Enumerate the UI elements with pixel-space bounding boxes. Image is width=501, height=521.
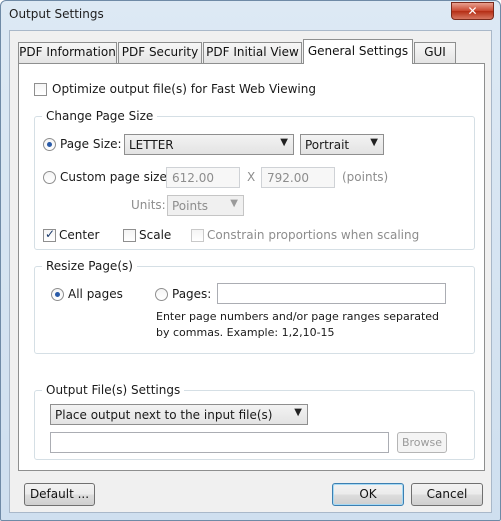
close-icon: ✕	[467, 4, 478, 18]
pages-hint: Enter page numbers and/or page ranges se…	[156, 309, 439, 341]
output-location-dropdown[interactable]: Place output next to the input file(s) ▼	[50, 404, 308, 425]
chevron-down-icon: ▼	[294, 407, 302, 418]
page-size-label: Page Size:	[60, 137, 122, 151]
tab-gui[interactable]: GUI	[414, 42, 456, 63]
chevron-down-icon: ▼	[280, 137, 288, 148]
center-label: Center	[59, 228, 100, 242]
orientation-value: Portrait	[305, 138, 350, 152]
tab-pdf-initial-view[interactable]: PDF Initial View	[203, 42, 302, 63]
custom-page-size-radio[interactable]	[43, 171, 56, 184]
ok-button[interactable]: OK	[332, 483, 404, 506]
output-path-input[interactable]	[50, 432, 389, 453]
pages-hint-line-1: Enter page numbers and/or page ranges se…	[156, 310, 440, 323]
close-button[interactable]: ✕	[451, 2, 494, 20]
custom-height-value: 792.00	[267, 171, 309, 185]
output-location-value: Place output next to the input file(s)	[55, 408, 273, 422]
units-dropdown[interactable]: Points ▼	[167, 195, 244, 216]
page-size-radio[interactable]	[43, 138, 56, 151]
chevron-down-icon: ▼	[230, 198, 238, 209]
page-size-value: LETTER	[129, 138, 174, 152]
dialog-client-area: PDF Information PDF Security PDF Initial…	[9, 30, 492, 513]
scale-checkbox[interactable]	[123, 229, 136, 242]
cancel-button[interactable]: Cancel	[411, 483, 483, 506]
constrain-proportions-checkbox[interactable]	[191, 229, 204, 242]
all-pages-radio[interactable]	[51, 288, 64, 301]
optimize-label: Optimize output file(s) for Fast Web Vie…	[52, 82, 316, 96]
general-settings-panel: Optimize output file(s) for Fast Web Vie…	[18, 63, 485, 471]
center-checkbox[interactable]	[43, 227, 56, 242]
default-button[interactable]: Default ...	[24, 483, 95, 506]
units-value: Points	[172, 199, 209, 213]
output-files-group: Output File(s) Settings Place output nex…	[34, 383, 475, 460]
custom-width-input[interactable]: 612.00	[166, 167, 240, 188]
pages-label: Pages:	[172, 287, 212, 301]
chevron-down-icon: ▼	[370, 137, 378, 148]
units-label: Units:	[131, 198, 166, 212]
resize-pages-title: Resize Page(s)	[42, 259, 137, 273]
pages-radio[interactable]	[155, 288, 168, 301]
constrain-proportions-label: Constrain proportions when scaling	[207, 228, 420, 242]
output-settings-dialog: Output Settings ✕ PDF Information PDF Se…	[0, 0, 501, 521]
tab-general-settings[interactable]: General Settings	[303, 39, 413, 64]
change-page-size-title: Change Page Size	[42, 109, 158, 123]
output-files-title: Output File(s) Settings	[42, 383, 185, 397]
pages-hint-line-2: by commas. Example: 1,2,10-15	[156, 326, 335, 339]
optimize-checkbox[interactable]	[34, 83, 47, 96]
points-unit-label: (points)	[342, 170, 389, 184]
title-bar[interactable]: Output Settings ✕	[1, 1, 500, 28]
page-size-dropdown[interactable]: LETTER ▼	[124, 134, 294, 155]
window-title: Output Settings	[9, 7, 104, 21]
scale-label: Scale	[139, 228, 172, 242]
orientation-dropdown[interactable]: Portrait ▼	[300, 134, 384, 155]
pages-input[interactable]	[217, 283, 446, 304]
change-page-size-group: Change Page Size Page Size: LETTER ▼ Por…	[34, 109, 475, 250]
custom-page-size-label: Custom page size:	[60, 170, 171, 184]
custom-height-input[interactable]: 792.00	[261, 167, 335, 188]
tab-pdf-security[interactable]: PDF Security	[118, 42, 202, 63]
browse-button[interactable]: Browse	[397, 432, 447, 453]
tab-pdf-information[interactable]: PDF Information	[18, 42, 117, 63]
all-pages-label: All pages	[68, 287, 123, 301]
dimension-separator: X	[247, 170, 256, 184]
custom-width-value: 612.00	[172, 171, 214, 185]
resize-pages-group: Resize Page(s) All pages Pages: Enter pa…	[34, 259, 475, 354]
